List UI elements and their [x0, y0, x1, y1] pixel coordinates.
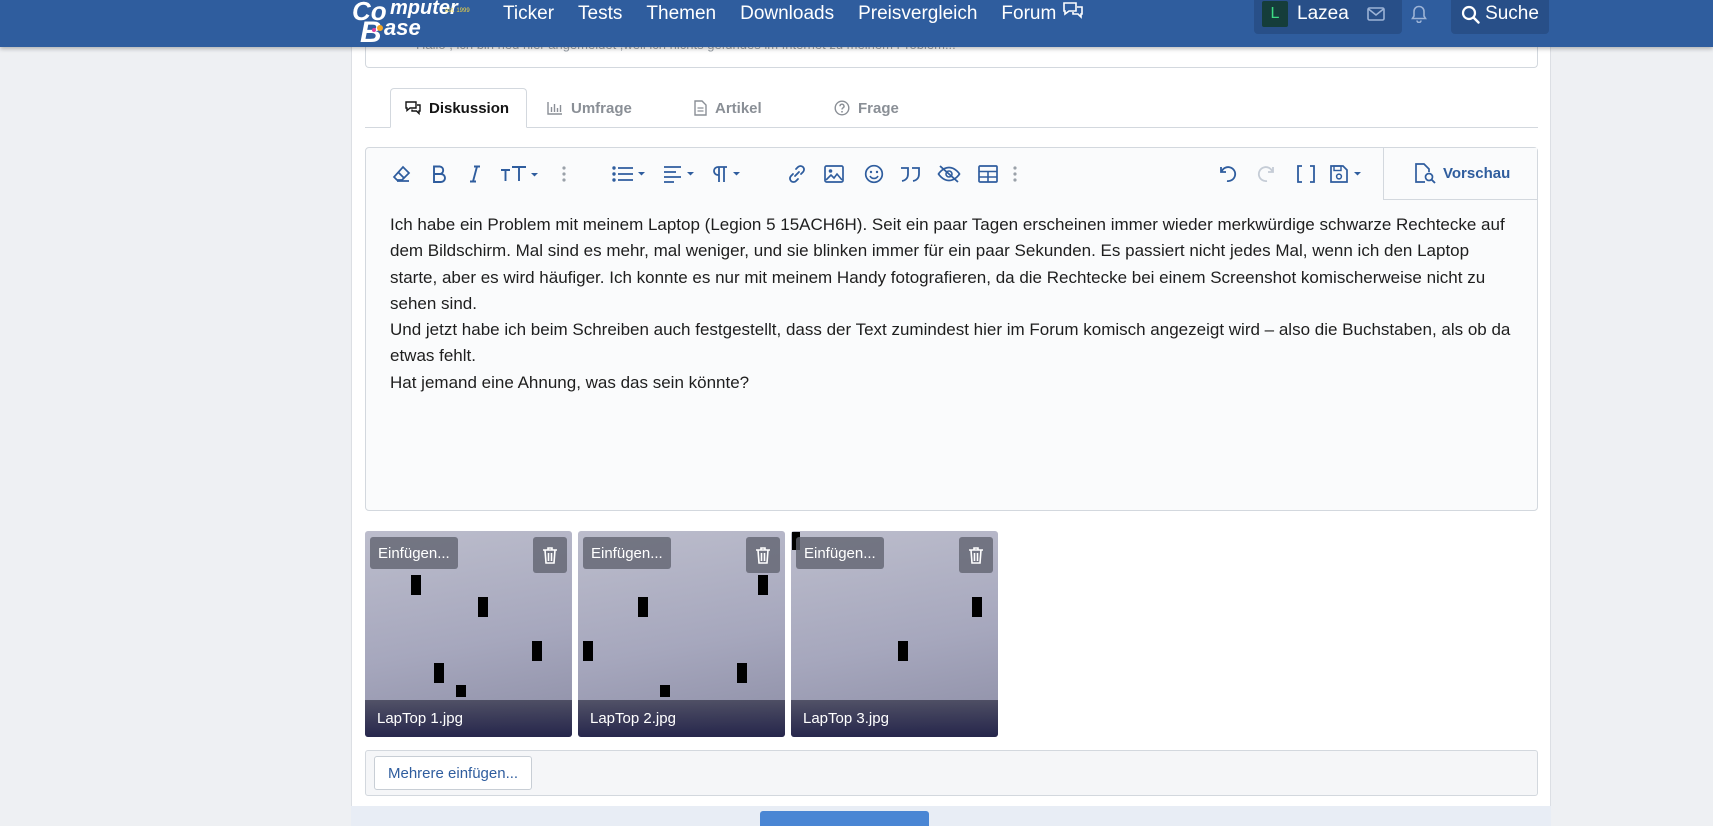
attachment-thumbnail[interactable]: Einfügen... LapTop 1.jpg [365, 531, 572, 737]
attachment-filename: LapTop 1.jpg [365, 700, 572, 737]
text-size-icon[interactable] [500, 162, 540, 186]
site-header: Co mputer B ase est. 1999 Ticker Tests T… [0, 0, 1713, 47]
svg-text:B: B [360, 16, 382, 46]
screen-artifact [898, 641, 908, 661]
tab-diskussion-label: Diskussion [429, 99, 510, 117]
document-icon [694, 100, 707, 116]
search-button[interactable]: Suche [1451, 0, 1549, 34]
smiley-icon[interactable] [863, 162, 885, 186]
insert-button[interactable]: Einfügen... [583, 537, 671, 569]
attachment-filename: LapTop 3.jpg [791, 700, 998, 737]
svg-text:est. 1999: est. 1999 [445, 8, 470, 14]
document-search-icon [1415, 162, 1436, 184]
bar-chart-icon [547, 102, 562, 115]
attachment-thumbnail[interactable]: Einfügen... LapTop 2.jpg [578, 531, 785, 737]
screen-artifact [456, 685, 466, 697]
editor-paragraph: Und jetzt habe ich beim Schreiben auch f… [390, 320, 1511, 366]
main-nav: Ticker Tests Themen Downloads Preisvergl… [503, 0, 1108, 28]
clear-formatting-icon[interactable] [391, 162, 413, 186]
screen-artifact [638, 597, 648, 617]
submit-button[interactable] [760, 811, 929, 826]
link-icon[interactable] [786, 162, 808, 186]
image-icon[interactable] [823, 162, 845, 186]
tab-umfrage[interactable]: Umfrage [547, 88, 632, 128]
attachment-thumbnail[interactable]: Einfügen... LapTop 3.jpg [791, 531, 998, 737]
screen-artifact [434, 663, 444, 683]
tab-diskussion[interactable]: Diskussion [390, 88, 527, 128]
italic-icon[interactable] [468, 162, 482, 186]
undo-icon[interactable] [1216, 162, 1238, 186]
delete-attachment-button[interactable] [533, 537, 567, 573]
question-circle-icon [834, 100, 850, 116]
screen-artifact [737, 663, 747, 683]
attachment-filename: LapTop 2.jpg [578, 700, 785, 737]
screen-artifact [583, 641, 593, 661]
nav-forum-label: Forum [1001, 3, 1057, 24]
attachment-actions-bar: Mehrere einfügen... [365, 750, 1538, 796]
insert-multiple-button[interactable]: Mehrere einfügen... [374, 756, 533, 790]
tab-artikel[interactable]: Artikel [694, 88, 762, 128]
svg-text:ase: ase [384, 15, 421, 40]
search-label: Suche [1485, 3, 1539, 24]
username: Lazea [1297, 3, 1349, 24]
save-draft-icon[interactable] [1329, 162, 1367, 186]
avatar: L [1262, 1, 1288, 27]
screen-artifact [411, 575, 421, 595]
delete-attachment-button[interactable] [959, 537, 993, 573]
trash-icon [756, 547, 770, 564]
preview-label: Vorschau [1443, 165, 1511, 182]
nav-forum[interactable]: Forum [1001, 2, 1084, 25]
spoiler-eye-slash-icon[interactable] [937, 162, 961, 186]
trash-icon [969, 547, 983, 564]
insert-button[interactable]: Einfügen... [796, 537, 884, 569]
more-tools-icon[interactable] [1009, 162, 1021, 186]
trash-icon [543, 547, 557, 564]
nav-ticker[interactable]: Ticker [503, 3, 554, 25]
bbcode-brackets-icon[interactable] [1295, 162, 1317, 186]
nav-downloads[interactable]: Downloads [740, 3, 834, 25]
list-icon[interactable] [612, 162, 650, 186]
screen-artifact [758, 575, 768, 595]
computerbase-logo[interactable]: Co mputer B ase est. 1999 [350, 0, 475, 46]
screen-artifact [532, 641, 542, 661]
nav-themen[interactable]: Themen [646, 3, 716, 25]
delete-attachment-button[interactable] [746, 537, 780, 573]
screen-artifact [660, 685, 670, 697]
align-icon[interactable] [663, 162, 701, 186]
tab-frage-label: Frage [858, 99, 899, 117]
editor-text-area[interactable]: Ich habe ein Problem mit meinem Laptop (… [390, 212, 1515, 396]
insert-button[interactable]: Einfügen... [370, 537, 458, 569]
preview-button[interactable]: Vorschau [1383, 148, 1537, 200]
more-options-icon[interactable] [558, 162, 570, 186]
redo-icon[interactable] [1256, 162, 1278, 186]
tab-umfrage-label: Umfrage [571, 99, 632, 117]
screen-artifact [478, 597, 488, 617]
nav-tests[interactable]: Tests [578, 3, 622, 25]
form-footer [351, 806, 1551, 826]
post-editor: Vorschau Ich habe ein Problem mit meinem… [365, 147, 1538, 511]
editor-paragraph: Hat jemand eine Ahnung, was das sein kön… [390, 372, 750, 392]
paragraph-icon[interactable] [711, 162, 749, 186]
bell-icon[interactable] [1405, 2, 1433, 26]
chat-icon [405, 101, 421, 115]
editor-toolbar: Vorschau [366, 148, 1537, 200]
thread-type-tabs [365, 127, 1538, 128]
table-icon[interactable] [977, 162, 999, 186]
search-icon [1461, 5, 1480, 24]
editor-paragraph: Ich habe ein Problem mit meinem Laptop (… [390, 215, 1505, 313]
tab-artikel-label: Artikel [715, 99, 762, 117]
tab-frage[interactable]: Frage [834, 88, 899, 128]
nav-preisvergleich[interactable]: Preisvergleich [858, 3, 977, 25]
chat-bubbles-icon [1063, 2, 1084, 19]
mail-icon[interactable] [1362, 2, 1390, 26]
screen-artifact [972, 597, 982, 617]
quote-icon[interactable] [898, 162, 922, 186]
bold-icon[interactable] [430, 162, 448, 186]
